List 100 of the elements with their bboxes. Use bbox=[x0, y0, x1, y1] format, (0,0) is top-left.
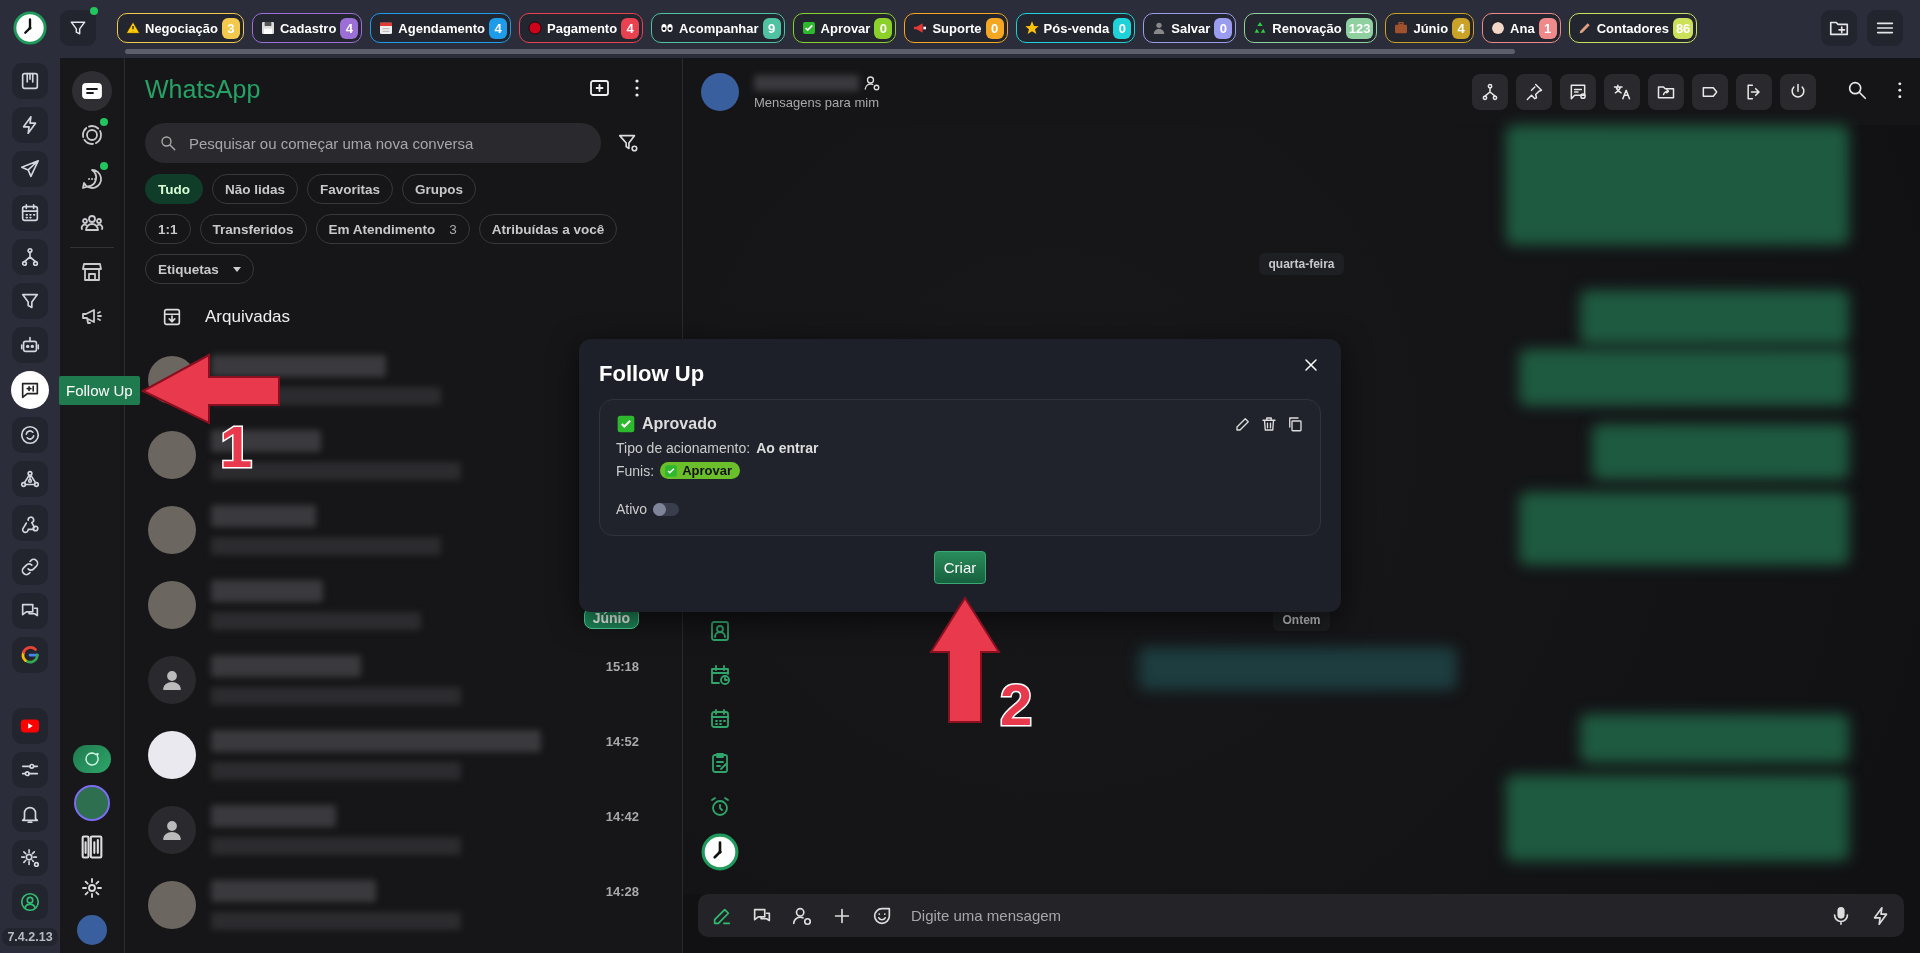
flow-button[interactable] bbox=[12, 239, 48, 275]
calendar-button[interactable] bbox=[12, 195, 48, 231]
send-button[interactable] bbox=[12, 151, 48, 187]
person-link-icon bbox=[863, 73, 881, 92]
store-icon bbox=[80, 260, 104, 284]
funnel-tab[interactable]: Agendamento 4 bbox=[370, 13, 511, 43]
edit-icon bbox=[1234, 415, 1252, 433]
funnel-tab[interactable]: Cadastro 4 bbox=[252, 13, 363, 43]
lightning-button[interactable] bbox=[12, 107, 48, 143]
more-icon bbox=[1898, 81, 1902, 99]
circle-icon bbox=[527, 20, 543, 36]
funnel-tab[interactable]: Negociação 3 bbox=[117, 13, 244, 43]
chat-list-button[interactable] bbox=[72, 71, 112, 111]
message-settings-button[interactable] bbox=[1560, 73, 1597, 110]
funnel-tab[interactable]: Salvar 0 bbox=[1143, 13, 1237, 43]
link-button[interactable] bbox=[12, 549, 48, 585]
logout-button[interactable] bbox=[1736, 73, 1773, 110]
trigger-label: Tipo de acionamento: bbox=[616, 440, 751, 456]
scrollbar-thumb[interactable] bbox=[125, 49, 1515, 54]
settings-icon bbox=[80, 876, 104, 900]
edit-button[interactable] bbox=[1234, 415, 1252, 433]
profile-avatar[interactable] bbox=[74, 785, 110, 821]
archive-icon[interactable] bbox=[161, 306, 183, 328]
filter-button[interactable] bbox=[12, 283, 48, 319]
kanban-button[interactable] bbox=[12, 63, 48, 99]
user-circle-button[interactable] bbox=[12, 884, 48, 920]
flow-button[interactable] bbox=[1472, 73, 1509, 110]
unread-dot bbox=[100, 118, 108, 126]
network-button[interactable] bbox=[12, 461, 48, 497]
calendar-icon bbox=[19, 202, 41, 224]
new-folder-button[interactable] bbox=[1821, 10, 1857, 46]
copy-button[interactable] bbox=[1286, 415, 1304, 433]
webhook-button[interactable] bbox=[12, 505, 48, 541]
delete-button[interactable] bbox=[1260, 415, 1278, 433]
warning-icon bbox=[125, 20, 141, 36]
active-toggle[interactable] bbox=[653, 502, 680, 516]
photo-placeholder bbox=[148, 430, 196, 479]
search-input[interactable]: Pesquisar ou começar uma nova conversa bbox=[189, 134, 587, 152]
filter-settings-icon[interactable] bbox=[617, 132, 639, 154]
chat-bubbles-button[interactable] bbox=[12, 593, 48, 629]
follow-up-button[interactable] bbox=[11, 371, 49, 409]
pin-button[interactable] bbox=[1516, 73, 1553, 110]
assistant-button[interactable] bbox=[73, 745, 111, 773]
funnel-tab[interactable]: Acompanhar 9 bbox=[651, 13, 785, 43]
funnel-tab[interactable]: Ana 1 bbox=[1482, 13, 1561, 43]
calendar-icon bbox=[708, 707, 732, 731]
count-badge: 0 bbox=[1214, 17, 1233, 39]
count-badge: 4 bbox=[621, 17, 640, 39]
video-play-button[interactable] bbox=[12, 708, 48, 744]
archived-label[interactable]: Arquivadas bbox=[205, 307, 291, 327]
chat-subtitle: Mensagens para mim bbox=[754, 94, 880, 110]
calendar-clock-icon bbox=[708, 663, 732, 687]
logo-avatar[interactable] bbox=[701, 72, 739, 111]
rule-name: Aprovado bbox=[642, 415, 718, 433]
filter-chip[interactable]: Tudo bbox=[145, 174, 203, 204]
photo-placeholder bbox=[148, 505, 196, 554]
trash-icon bbox=[1260, 415, 1278, 433]
create-button[interactable]: Criar bbox=[933, 551, 987, 584]
search-field[interactable]: Pesquisar ou começar uma nova conversa bbox=[145, 123, 601, 163]
bell-button[interactable] bbox=[12, 796, 48, 832]
robot-button[interactable] bbox=[12, 327, 48, 363]
count-badge: 4 bbox=[340, 17, 359, 39]
tag-button[interactable] bbox=[1692, 73, 1729, 110]
power-button[interactable] bbox=[1780, 73, 1817, 110]
copy-icon bbox=[1286, 415, 1304, 433]
funnel-tab[interactable]: Suporte 0 bbox=[904, 13, 1008, 43]
count-badge: 0 bbox=[985, 17, 1004, 39]
funnel-tab[interactable]: Contadores 86 bbox=[1568, 13, 1698, 43]
chat-sparkle-icon bbox=[83, 750, 101, 768]
person-icon bbox=[1490, 20, 1507, 36]
step-number: 2 bbox=[1000, 676, 1033, 734]
kanban-icon bbox=[19, 70, 41, 92]
clock-logo[interactable] bbox=[13, 11, 47, 45]
message-input[interactable]: Digite uma mensagem bbox=[911, 907, 1812, 924]
google-button[interactable] bbox=[12, 637, 48, 673]
composer-bar[interactable]: Digite uma mensagem bbox=[698, 894, 1904, 937]
folder-share-button[interactable] bbox=[1648, 73, 1685, 110]
link-icon bbox=[19, 556, 41, 578]
filter-button[interactable] bbox=[60, 10, 96, 46]
funnel-tab[interactable]: Renovação 123 bbox=[1244, 13, 1378, 43]
funnel-tab[interactable]: Júnio 4 bbox=[1385, 13, 1475, 43]
count-badge: 0 bbox=[1113, 17, 1132, 39]
sync-icon bbox=[19, 424, 41, 446]
sync-button[interactable] bbox=[12, 417, 48, 453]
clock-logo[interactable] bbox=[701, 833, 739, 871]
search-icon bbox=[1846, 79, 1869, 101]
menu-button[interactable] bbox=[1867, 10, 1903, 46]
sliders-button[interactable] bbox=[12, 752, 48, 788]
translate-button[interactable] bbox=[1604, 73, 1641, 110]
funnel-tab[interactable]: Pagamento 4 bbox=[519, 13, 644, 43]
funnel-tab[interactable]: Pós-venda 0 bbox=[1015, 13, 1136, 43]
network-icon bbox=[19, 468, 41, 490]
funnel-tab[interactable]: Aprovar 0 bbox=[792, 13, 897, 43]
date-chip: quarta-feira bbox=[1259, 253, 1344, 275]
chat-time: 14:42 bbox=[605, 808, 639, 824]
count-badge: 4 bbox=[1452, 17, 1471, 39]
settings-button[interactable] bbox=[12, 840, 48, 876]
check-icon bbox=[616, 414, 636, 434]
status-icon bbox=[80, 123, 104, 147]
logo-avatar[interactable] bbox=[77, 915, 107, 945]
